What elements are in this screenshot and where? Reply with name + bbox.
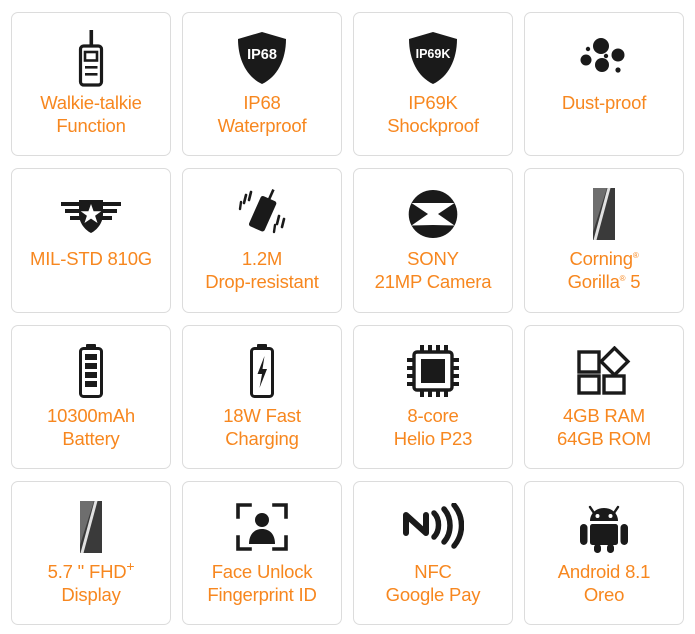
feature-card-face-unlock[interactable]: Face Unlock Fingerprint ID [182, 480, 342, 625]
feature-card-battery[interactable]: 10300mAh Battery [11, 324, 171, 469]
feature-label: Android 8.1 Oreo [554, 560, 654, 606]
cpu-chip-icon [354, 340, 512, 402]
feature-label: 1.2M Drop-resistant [201, 247, 322, 293]
feature-label-line2: Oreo [583, 583, 625, 605]
battery-charging-icon [183, 340, 341, 402]
feature-label: Face Unlock Fingerprint ID [203, 560, 320, 606]
feature-label: 8-core Helio P23 [390, 404, 476, 450]
feature-label-line1: 18W Fast [223, 404, 301, 426]
shield-ip69k-icon: IP69K [354, 27, 512, 89]
feature-card-walkie-talkie[interactable]: Walkie-talkie Function [11, 12, 171, 157]
nfc-wave-icon [354, 496, 512, 558]
feature-label-line1: 5.7 " FHD [47, 560, 127, 582]
feature-card-fast-charging[interactable]: 18W Fast Charging [182, 324, 342, 469]
feature-card-ip68[interactable]: IP68 IP68 Waterproof [182, 12, 342, 157]
feature-card-processor[interactable]: 8-core Helio P23 [353, 324, 513, 469]
feature-card-camera[interactable]: SONY 21MP Camera [353, 168, 513, 313]
feature-label: IP68 Waterproof [214, 91, 311, 137]
feature-label-line1: SONY [407, 248, 459, 270]
feature-label: NFC Google Pay [382, 560, 485, 606]
face-unlock-icon [183, 496, 341, 558]
feature-card-dust-proof[interactable]: Dust-proof [524, 12, 684, 157]
walkie-talkie-icon [12, 27, 170, 89]
feature-label-line2: 64GB ROM [556, 427, 651, 449]
feature-card-ip69k[interactable]: IP69K IP69K Shockproof [353, 12, 513, 157]
dust-particles-icon [525, 27, 683, 89]
feature-label: 10300mAh Battery [43, 404, 139, 450]
feature-card-drop-resistant[interactable]: 1.2M Drop-resistant [182, 168, 342, 313]
feature-label-line2: Shockproof [387, 115, 479, 136]
feature-label: 4GB RAM 64GB ROM [553, 404, 655, 450]
feature-card-memory[interactable]: 4GB RAM 64GB ROM [524, 324, 684, 469]
feature-label-line1: NFC [414, 560, 452, 582]
feature-label: 5.7 " FHD+ Display [44, 557, 139, 606]
feature-label-line2: Helio P23 [393, 427, 473, 449]
feature-label: Dust-proof [558, 91, 650, 114]
glass-panel-icon [525, 183, 683, 245]
plus-superscript: + [126, 557, 135, 574]
feature-label-line1: Dust-proof [561, 92, 647, 113]
registered-mark: ® [632, 251, 639, 261]
feature-grid: Walkie-talkie Function IP68 IP68 Waterpr… [0, 0, 695, 634]
feature-label-line1: 1.2M [241, 248, 283, 270]
shield-ip68-icon: IP68 [183, 27, 341, 89]
feature-label-line1: IP69K [408, 92, 458, 113]
feature-label: IP69K Shockproof [383, 91, 483, 137]
feature-label: 18W Fast Charging [219, 404, 305, 450]
feature-label-line2: Fingerprint ID [207, 583, 317, 605]
feature-card-nfc[interactable]: NFC Google Pay [353, 480, 513, 625]
feature-label-line1: Corning [569, 248, 633, 270]
camera-aperture-icon [354, 183, 512, 245]
dropping-phone-icon [183, 183, 341, 245]
feature-label-line1: Walkie-talkie [40, 92, 142, 113]
feature-label-line2: Display [61, 583, 121, 605]
feature-label-line2: Battery [62, 427, 120, 449]
feature-label-line1: 8-core [407, 404, 459, 426]
feature-label-line2: Charging [225, 427, 299, 449]
feature-label-line1: MIL-STD 810G [30, 248, 152, 270]
feature-card-android[interactable]: Android 8.1 Oreo [524, 480, 684, 625]
feature-label-line1: Android 8.1 [557, 560, 651, 582]
military-badge-icon [12, 183, 170, 245]
feature-label-line1: 4GB RAM [563, 404, 645, 426]
feature-label-line1: Face Unlock [211, 560, 313, 582]
shield-badge-text: IP68 [247, 47, 277, 63]
feature-label-line2: Google Pay [385, 583, 481, 605]
battery-full-icon [12, 340, 170, 402]
feature-label-line2-suffix: 5 [625, 271, 641, 293]
memory-blocks-icon [525, 340, 683, 402]
feature-label-line2: Waterproof [217, 115, 307, 136]
feature-label-line2: 21MP Camera [374, 271, 492, 293]
feature-card-gorilla-glass[interactable]: Corning® Gorilla® 5 [524, 168, 684, 313]
android-robot-icon [525, 496, 683, 558]
feature-label-line1: 10300mAh [47, 404, 135, 426]
feature-card-display[interactable]: 5.7 " FHD+ Display [11, 480, 171, 625]
feature-label-line1: IP68 [243, 92, 281, 113]
feature-label: Walkie-talkie Function [36, 91, 146, 137]
feature-label-line2: Gorilla [567, 271, 620, 293]
feature-label: Corning® Gorilla® 5 [564, 247, 645, 293]
feature-label-line2: Drop-resistant [205, 271, 319, 293]
feature-card-mil-std[interactable]: MIL-STD 810G [11, 168, 171, 313]
display-panel-icon [12, 496, 170, 558]
feature-label: MIL-STD 810G [26, 247, 156, 270]
feature-label-line2: Function [56, 115, 126, 136]
feature-label: SONY 21MP Camera [371, 247, 496, 293]
shield-badge-text: IP69K [416, 47, 451, 61]
